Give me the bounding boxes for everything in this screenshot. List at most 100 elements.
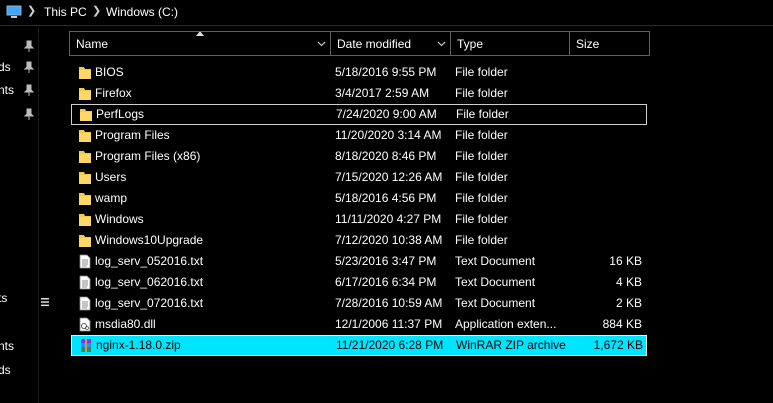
file-date: 3/4/2017 2:59 AM: [335, 86, 430, 100]
file-size: 16 KB: [609, 254, 642, 268]
pane-splitter[interactable]: [38, 27, 52, 403]
file-type: File folder: [455, 191, 508, 205]
file-type: File folder: [455, 212, 508, 226]
file-row[interactable]: Program Files (x86) 8/18/2020 8:46 PM Fi…: [71, 146, 647, 167]
column-header-label: Name: [76, 37, 109, 51]
column-header-date[interactable]: Date modified: [331, 31, 451, 56]
nav-item-objects[interactable]: ts: [0, 287, 38, 309]
file-date: 5/18/2016 4:56 PM: [335, 191, 437, 205]
file-type: File folder: [455, 86, 508, 100]
file-row[interactable]: log_serv_062016.txt 6/17/2016 6:34 PM Te…: [71, 272, 647, 293]
nav-item-downloads-2[interactable]: ds: [0, 359, 38, 381]
file-date: 5/18/2016 9:55 PM: [335, 65, 437, 79]
file-name: Program Files (x86): [95, 149, 201, 163]
file-name: log_serv_052016.txt: [95, 254, 204, 268]
file-row[interactable]: Windows 11/11/2020 4:27 PM File folder: [71, 209, 647, 230]
folder-icon: [79, 67, 91, 79]
column-header-label: Date modified: [337, 37, 412, 51]
folder-icon: [79, 130, 91, 142]
folder-icon: [79, 88, 91, 100]
file-date: 7/24/2020 9:00 AM: [336, 107, 437, 121]
text-file-icon: [79, 254, 91, 269]
folder-icon: [79, 235, 91, 247]
file-type: Text Document: [455, 275, 536, 289]
file-row-selected[interactable]: nginx-1.18.0.zip 11/21/2020 6:28 PM WinR…: [71, 335, 647, 356]
file-name: nginx-1.18.0.zip: [96, 338, 181, 352]
file-date: 7/28/2016 10:59 AM: [335, 296, 443, 310]
file-date: 6/17/2016 6:34 PM: [335, 275, 437, 289]
file-row[interactable]: Users 7/15/2020 12:26 AM File folder: [71, 167, 647, 188]
nav-item-label: nts: [0, 83, 15, 97]
file-type: File folder: [456, 107, 509, 121]
file-row[interactable]: Program Files 11/20/2020 3:14 AM File fo…: [71, 125, 647, 146]
file-type: File folder: [455, 233, 508, 247]
pin-icon: [24, 61, 34, 73]
file-row[interactable]: msdia80.dll 12/1/2006 11:37 PM Applicati…: [71, 314, 647, 335]
file-type: Text Document: [455, 254, 536, 268]
nav-item-downloads[interactable]: ds: [0, 56, 38, 78]
text-file-icon: [79, 275, 91, 290]
file-name: PerfLogs: [96, 107, 145, 121]
file-name: log_serv_062016.txt: [95, 275, 204, 289]
file-row[interactable]: Windows10Upgrade 7/12/2020 10:38 AM File…: [71, 230, 647, 251]
file-row[interactable]: BIOS 5/18/2016 9:55 PM File folder: [71, 62, 647, 83]
file-date: 8/18/2020 8:46 PM: [335, 149, 437, 163]
address-bar[interactable]: ❯ This PC ❯ Windows (C:): [0, 0, 773, 26]
file-list[interactable]: Name Date modified Type Size BIOS 5/18/2…: [56, 27, 773, 403]
column-header-label: Size: [576, 37, 600, 51]
pin-icon: [24, 108, 34, 120]
file-date: 11/20/2020 3:14 AM: [335, 128, 442, 142]
folder-icon: [79, 214, 91, 226]
file-row-focused[interactable]: PerfLogs 7/24/2020 9:00 AM File folder: [71, 104, 647, 125]
file-name: Firefox: [95, 86, 132, 100]
navigation-pane[interactable]: ds nts ts nts ds: [0, 27, 38, 403]
folder-icon: [79, 151, 91, 163]
file-date: 7/15/2020 12:26 AM: [335, 170, 443, 184]
pin-icon: [24, 84, 34, 96]
file-date: 7/12/2020 10:38 AM: [335, 233, 443, 247]
file-date: 11/21/2020 6:28 PM: [336, 338, 444, 352]
file-name: msdia80.dll: [95, 317, 156, 331]
file-name: Windows: [95, 212, 144, 226]
file-row[interactable]: Firefox 3/4/2017 2:59 AM File folder: [71, 83, 647, 104]
file-type: File folder: [455, 170, 508, 184]
folder-icon: [80, 109, 92, 121]
chevron-right-icon[interactable]: ❯: [92, 4, 101, 17]
breadcrumb-this-pc[interactable]: This PC: [44, 5, 87, 19]
file-name: Windows10Upgrade: [95, 233, 204, 247]
breadcrumb-windows-c[interactable]: Windows (C:): [106, 5, 178, 19]
pin-icon: [24, 40, 34, 52]
text-file-icon: [79, 296, 91, 311]
file-row[interactable]: log_serv_072016.txt 7/28/2016 10:59 AM T…: [71, 293, 647, 314]
nav-item-pictures[interactable]: [0, 103, 38, 125]
chevron-right-icon[interactable]: ❯: [27, 4, 36, 17]
dll-file-icon: [79, 317, 91, 332]
folder-icon: [79, 193, 91, 205]
column-header-type[interactable]: Type: [451, 31, 570, 56]
column-header-name[interactable]: Name: [69, 31, 331, 56]
nav-item-documents-2[interactable]: nts: [0, 335, 38, 357]
nav-item-label: ds: [0, 60, 11, 74]
nav-item-quick-access[interactable]: [0, 35, 38, 57]
file-type: File folder: [455, 149, 508, 163]
file-type: WinRAR ZIP archive: [456, 338, 566, 352]
chevron-down-icon[interactable]: [437, 39, 446, 48]
file-name: wamp: [95, 191, 128, 205]
nav-item-documents[interactable]: nts: [0, 79, 38, 101]
file-row[interactable]: log_serv_052016.txt 5/23/2016 3:47 PM Te…: [71, 251, 647, 272]
file-name: BIOS: [95, 65, 124, 79]
file-date: 12/1/2006 11:37 PM: [335, 317, 443, 331]
file-name: log_serv_072016.txt: [95, 296, 204, 310]
file-row[interactable]: wamp 5/18/2016 4:56 PM File folder: [71, 188, 647, 209]
file-date: 5/23/2016 3:47 PM: [335, 254, 437, 268]
file-size: 4 KB: [615, 275, 642, 289]
file-size: 2 KB: [615, 296, 642, 310]
splitter-grip-icon[interactable]: [40, 297, 50, 307]
chevron-down-icon[interactable]: [317, 39, 326, 48]
file-date: 11/11/2020 4:27 PM: [335, 212, 442, 226]
file-name: Program Files: [95, 128, 170, 142]
column-header-size[interactable]: Size: [570, 31, 650, 56]
nav-item-label: ds: [0, 363, 11, 377]
column-header-label: Type: [457, 37, 484, 51]
file-size: 884 KB: [602, 317, 642, 331]
